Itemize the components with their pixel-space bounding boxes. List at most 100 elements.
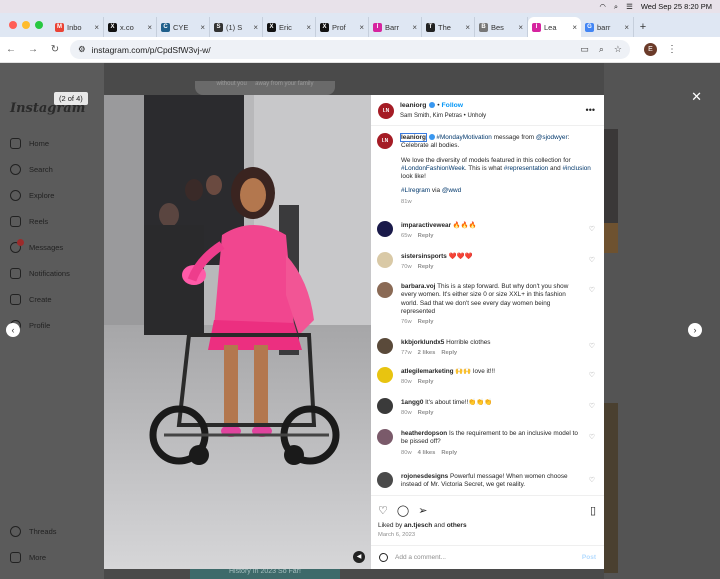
comment-like-icon[interactable]: ♡ bbox=[589, 476, 595, 484]
comment-like-icon[interactable]: ♡ bbox=[589, 286, 595, 294]
comment-like-icon[interactable]: ♡ bbox=[589, 225, 595, 233]
url-text[interactable]: instagram.com/p/CpdSfW3vj-w/ bbox=[92, 45, 575, 55]
liked-by-user[interactable]: an.tjesch bbox=[404, 522, 432, 529]
browser-tab[interactable]: X Prof × bbox=[316, 17, 369, 37]
comment-avatar[interactable] bbox=[377, 252, 393, 268]
sidebar-item-create[interactable]: Create bbox=[10, 294, 52, 305]
wifi-icon[interactable]: ◠ bbox=[599, 2, 606, 11]
audio-mute-icon[interactable]: ◀ bbox=[353, 551, 365, 563]
hashtag-link[interactable]: #LIregram bbox=[401, 187, 430, 194]
tab-close-icon[interactable]: × bbox=[306, 23, 311, 32]
comment-likes[interactable]: 4 likes bbox=[418, 450, 436, 456]
comment-username[interactable]: sistersinsports bbox=[401, 253, 447, 260]
post-author-avatar[interactable]: I.N bbox=[378, 103, 394, 119]
audio-track[interactable]: Sam Smith, Kim Petras • Unholy bbox=[400, 113, 486, 119]
bookmark-star-icon[interactable]: ☆ bbox=[614, 44, 622, 55]
reload-button[interactable]: ↻ bbox=[44, 44, 66, 55]
sidebar-item-more[interactable]: More bbox=[10, 552, 46, 563]
comment-username[interactable]: rojonesdesigns bbox=[401, 473, 448, 480]
reply-button[interactable]: Reply bbox=[418, 233, 434, 239]
tab-close-icon[interactable]: × bbox=[465, 23, 470, 32]
comment-username[interactable]: barbara.voj bbox=[401, 283, 435, 290]
comment-avatar[interactable] bbox=[377, 398, 393, 414]
comment-like-icon[interactable]: ♡ bbox=[589, 371, 595, 379]
browser-tab[interactable]: S (1) S × bbox=[210, 17, 263, 37]
sidebar-item-search[interactable]: Search bbox=[10, 164, 53, 175]
caption-author-avatar[interactable]: I.N bbox=[377, 133, 393, 149]
comment-username[interactable]: kkbjorklundx5 bbox=[401, 339, 444, 346]
address-bar[interactable]: ⚙ instagram.com/p/CpdSfW3vj-w/ ▭ ⌕ ☆ bbox=[70, 40, 630, 59]
comment-avatar[interactable] bbox=[377, 472, 393, 488]
follow-button[interactable]: Follow bbox=[442, 102, 464, 109]
reply-button[interactable]: Reply bbox=[441, 450, 457, 456]
like-heart-icon[interactable]: ♡ bbox=[378, 504, 388, 517]
browser-tab[interactable]: T The × bbox=[422, 17, 475, 37]
share-icon[interactable]: ➢ bbox=[418, 504, 427, 517]
comment-avatar[interactable] bbox=[377, 367, 393, 383]
post-comment-button[interactable]: Post bbox=[582, 554, 596, 561]
reply-button[interactable]: Reply bbox=[418, 410, 434, 416]
add-comment-input[interactable]: Add a comment... bbox=[395, 554, 446, 561]
reply-button[interactable]: Reply bbox=[418, 379, 434, 385]
previous-post-button[interactable]: ‹ bbox=[6, 323, 20, 337]
zoom-icon[interactable]: ⌕ bbox=[599, 44, 604, 55]
tab-close-icon[interactable]: × bbox=[572, 23, 577, 32]
control-center-icon[interactable]: ☰ bbox=[626, 2, 633, 11]
tab-close-icon[interactable]: × bbox=[624, 23, 629, 32]
browser-tab[interactable]: X Eric × bbox=[263, 17, 316, 37]
comment-icon[interactable]: ◯ bbox=[397, 504, 409, 517]
hashtag-link[interactable]: #inclusion bbox=[562, 165, 590, 172]
post-image[interactable]: ◀ bbox=[104, 95, 371, 569]
profile-avatar[interactable]: E bbox=[644, 43, 657, 56]
sidebar-item-threads[interactable]: Threads bbox=[10, 526, 57, 537]
comment-username[interactable]: heatherdopson bbox=[401, 430, 447, 437]
zoom-window-button[interactable] bbox=[35, 21, 43, 29]
comment-like-icon[interactable]: ♡ bbox=[589, 433, 595, 441]
browser-tab[interactable]: I Lea × bbox=[528, 17, 581, 37]
mention-link[interactable]: @sjodwyer bbox=[536, 134, 568, 141]
comment-avatar[interactable] bbox=[377, 282, 393, 298]
forward-button[interactable]: → bbox=[22, 44, 44, 55]
menubar-clock[interactable]: Wed Sep 25 8:20 PM bbox=[641, 2, 712, 11]
browser-tab[interactable]: Xx.co × bbox=[104, 17, 157, 37]
browser-tab[interactable]: B Bes × bbox=[475, 17, 528, 37]
browser-tab[interactable]: I Barr × bbox=[369, 17, 422, 37]
comment-username[interactable]: imparactivewear bbox=[401, 222, 451, 229]
sidebar-item-messages[interactable]: Messages bbox=[10, 239, 63, 253]
caption-username[interactable]: leaniorg bbox=[400, 133, 427, 142]
tab-close-icon[interactable]: × bbox=[412, 23, 417, 32]
site-info-icon[interactable]: ⚙ bbox=[78, 44, 86, 55]
new-tab-button[interactable]: + bbox=[634, 21, 652, 37]
comment-avatar[interactable] bbox=[377, 338, 393, 354]
comment-like-icon[interactable]: ♡ bbox=[589, 342, 595, 350]
back-button[interactable]: ← bbox=[0, 44, 22, 55]
comment-avatar[interactable] bbox=[377, 429, 393, 445]
tab-close-icon[interactable]: × bbox=[518, 23, 523, 32]
mention-link[interactable]: @wwd bbox=[442, 187, 461, 194]
comment-avatar[interactable] bbox=[377, 221, 393, 237]
hashtag-link[interactable]: #representation bbox=[504, 165, 548, 172]
tab-close-icon[interactable]: × bbox=[94, 23, 99, 32]
tab-close-icon[interactable]: × bbox=[147, 23, 152, 32]
more-options-icon[interactable]: ••• bbox=[586, 105, 595, 115]
tab-close-icon[interactable]: × bbox=[200, 23, 205, 32]
hashtag-link[interactable]: #LondonFashionWeek bbox=[401, 165, 465, 172]
sidebar-item-notifications[interactable]: Notifications bbox=[10, 268, 70, 279]
save-bookmark-icon[interactable]: ▯ bbox=[590, 504, 596, 517]
next-post-button[interactable]: › bbox=[688, 323, 702, 337]
minimize-window-button[interactable] bbox=[22, 21, 30, 29]
sidebar-item-reels[interactable]: Reels bbox=[10, 216, 48, 227]
reply-button[interactable]: Reply bbox=[441, 350, 457, 356]
search-icon[interactable]: ⌕ bbox=[614, 2, 618, 12]
comment-like-icon[interactable]: ♡ bbox=[589, 256, 595, 264]
tab-close-icon[interactable]: × bbox=[253, 23, 258, 32]
browser-tab[interactable]: Gbarr × bbox=[581, 17, 634, 37]
comment-like-icon[interactable]: ♡ bbox=[589, 402, 595, 410]
liked-by-others[interactable]: others bbox=[447, 522, 467, 529]
browser-menu-icon[interactable]: ⋮ bbox=[667, 44, 677, 55]
emoji-icon[interactable] bbox=[379, 553, 388, 562]
cast-icon[interactable]: ▭ bbox=[580, 44, 589, 55]
browser-tab[interactable]: C CYE × bbox=[157, 17, 210, 37]
comment-likes[interactable]: 2 likes bbox=[418, 350, 436, 356]
browser-tab[interactable]: M Inbo × bbox=[51, 17, 104, 37]
